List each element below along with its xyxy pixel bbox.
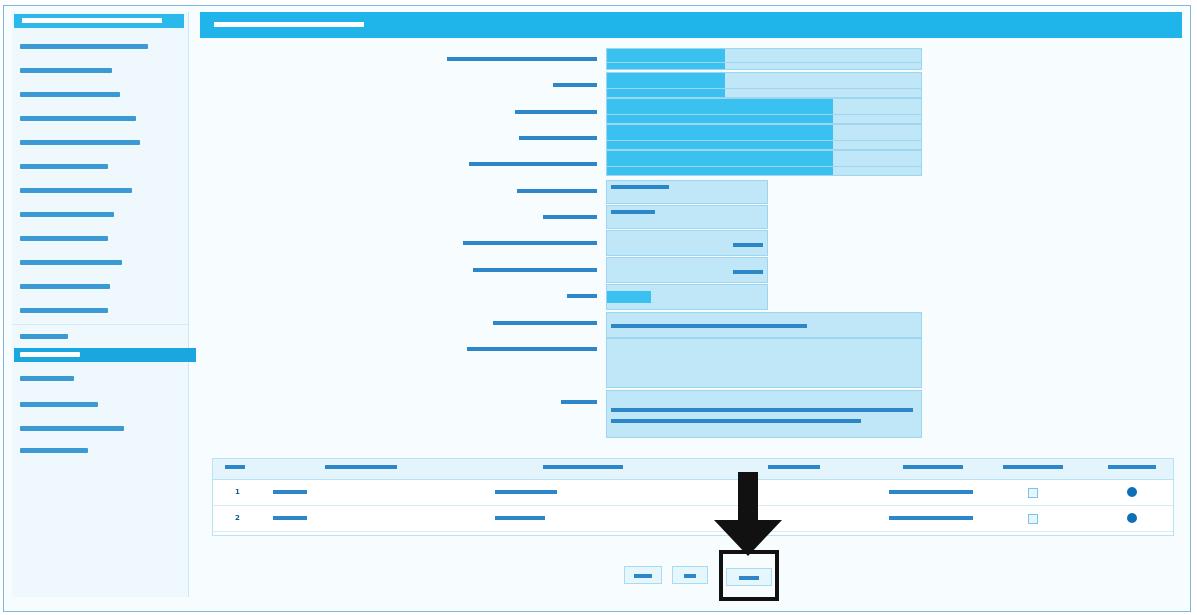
sidebar-item[interactable] xyxy=(20,136,184,150)
column-header xyxy=(1108,463,1156,471)
row-number: 1 xyxy=(235,488,240,496)
form-label xyxy=(561,396,597,408)
sidebar-divider xyxy=(12,324,188,325)
sidebar-header-label xyxy=(22,18,162,23)
form-label xyxy=(515,106,597,118)
checkbox-icon[interactable] xyxy=(1028,488,1038,498)
sidebar-item[interactable] xyxy=(20,40,184,54)
field-value xyxy=(611,321,807,331)
sidebar-item[interactable] xyxy=(20,160,184,174)
action-button[interactable] xyxy=(672,566,708,584)
cell xyxy=(889,514,973,522)
form-field[interactable] xyxy=(606,150,922,176)
textarea-field[interactable] xyxy=(606,390,922,438)
field-value xyxy=(611,207,655,217)
sidebar-header[interactable] xyxy=(14,14,184,28)
column-header xyxy=(768,463,820,471)
form-label xyxy=(517,185,597,197)
row-number: 2 xyxy=(235,514,240,522)
field-value xyxy=(733,267,763,277)
sidebar-item[interactable] xyxy=(20,256,184,270)
page-title xyxy=(214,22,364,27)
field-divider xyxy=(606,62,922,63)
field-divider xyxy=(606,166,922,167)
form-label xyxy=(553,79,597,91)
column-header xyxy=(903,463,963,471)
column-header xyxy=(225,463,245,471)
form-label xyxy=(447,53,597,65)
page-header xyxy=(200,12,1182,38)
cell xyxy=(889,488,973,496)
form-field[interactable] xyxy=(606,284,768,310)
field-value xyxy=(611,405,917,426)
field-divider xyxy=(606,140,922,141)
sidebar-item[interactable] xyxy=(20,232,184,246)
cell xyxy=(495,488,557,496)
checkbox-icon[interactable] xyxy=(1028,514,1038,524)
action-button[interactable] xyxy=(624,566,662,584)
field-divider xyxy=(606,114,922,115)
form-label xyxy=(519,132,597,144)
form-field[interactable] xyxy=(606,312,922,338)
form-field[interactable] xyxy=(606,180,768,204)
sidebar-item[interactable] xyxy=(20,88,184,102)
cell xyxy=(495,514,545,522)
data-table: 1 2 xyxy=(212,458,1174,536)
sidebar-item[interactable] xyxy=(20,112,184,126)
sidebar-item[interactable] xyxy=(20,330,184,344)
form-label xyxy=(567,290,597,302)
sidebar-item[interactable] xyxy=(20,422,184,436)
sidebar-item[interactable] xyxy=(20,444,184,458)
form-field[interactable] xyxy=(606,98,922,124)
column-header xyxy=(543,463,623,471)
form-field[interactable] xyxy=(606,124,922,150)
form-label xyxy=(467,343,597,355)
field-value xyxy=(611,182,669,192)
form-field[interactable] xyxy=(606,72,922,98)
down-arrow-icon xyxy=(714,472,782,556)
cell xyxy=(273,488,307,496)
status-dot-icon[interactable] xyxy=(1127,487,1137,497)
sidebar-item[interactable] xyxy=(20,398,184,412)
form-label xyxy=(469,158,597,170)
table-header xyxy=(213,459,1173,480)
field-divider xyxy=(606,88,922,89)
status-dot-icon[interactable] xyxy=(1127,513,1137,523)
form-field[interactable] xyxy=(606,257,768,283)
sidebar-item[interactable] xyxy=(20,208,184,222)
form-label xyxy=(543,211,597,223)
sidebar-item[interactable] xyxy=(20,372,184,386)
column-header xyxy=(1003,463,1063,471)
sidebar-item[interactable] xyxy=(20,304,184,318)
form-label xyxy=(493,317,597,329)
sidebar-item[interactable] xyxy=(20,184,184,198)
form-field[interactable] xyxy=(606,205,768,229)
column-header xyxy=(325,463,397,471)
table-row[interactable]: 1 xyxy=(213,481,1173,506)
sidebar-item-active[interactable] xyxy=(14,348,196,362)
form-label xyxy=(473,264,597,276)
field-value xyxy=(733,240,763,250)
sidebar-item[interactable] xyxy=(20,280,184,294)
highlight-box xyxy=(719,550,779,601)
table-row[interactable]: 2 xyxy=(213,507,1173,532)
sidebar-item[interactable] xyxy=(20,64,184,78)
sidebar xyxy=(12,12,196,597)
form-field[interactable] xyxy=(606,48,922,70)
textarea-field[interactable] xyxy=(606,338,922,388)
cell xyxy=(273,514,307,522)
form-label xyxy=(463,237,597,249)
form-field[interactable] xyxy=(606,230,768,256)
